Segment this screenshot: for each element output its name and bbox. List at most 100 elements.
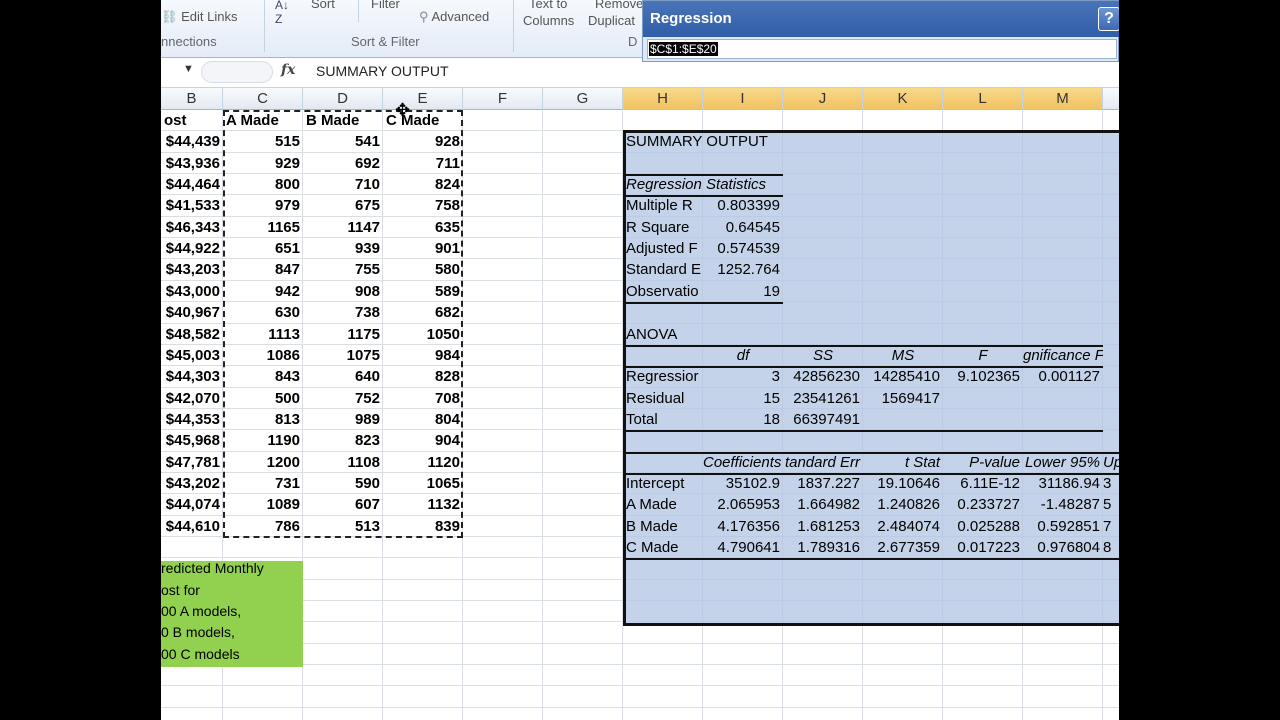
table-row-cell[interactable]: $45,968 — [161, 430, 223, 451]
coef-cell[interactable]: 2.484074 — [863, 516, 943, 537]
table-row-cell[interactable]: 635 — [383, 217, 463, 238]
filter-button[interactable]: Filter — [371, 0, 400, 11]
anova-cell[interactable] — [1023, 388, 1103, 409]
table-row-cell[interactable]: 752 — [303, 388, 383, 409]
table-row-cell[interactable]: $44,353 — [161, 409, 223, 430]
reg-stat-label[interactable]: Observatio — [623, 281, 703, 302]
table-row-cell[interactable]: 1190 — [223, 430, 303, 451]
table-row-cell[interactable]: 786 — [223, 516, 303, 537]
table-row-cell[interactable]: 1113 — [223, 324, 303, 345]
table-row-cell[interactable]: 1120 — [383, 452, 463, 473]
coef-cell[interactable]: 5 — [1103, 494, 1114, 515]
table-row-cell[interactable]: 1108 — [303, 452, 383, 473]
prediction-note-line[interactable]: 0 B models, — [161, 622, 303, 643]
table-row-cell[interactable]: 541 — [303, 131, 383, 152]
table-row-cell[interactable]: 828 — [383, 366, 463, 387]
table-row-cell[interactable]: 1175 — [303, 324, 383, 345]
table-row-cell[interactable]: 1050 — [383, 324, 463, 345]
table-row-cell[interactable]: 630 — [223, 302, 303, 323]
table-row-cell[interactable]: 1165 — [223, 217, 303, 238]
coef-cell[interactable]: 4.176356 — [703, 516, 783, 537]
reg-stat-value[interactable]: 0.803399 — [703, 195, 783, 216]
coef-header-cell[interactable]: t Stat — [863, 452, 943, 473]
table-row-cell[interactable]: 1089 — [223, 494, 303, 515]
table-row-cell[interactable]: $43,000 — [161, 281, 223, 302]
table-row-cell[interactable]: 675 — [303, 195, 383, 216]
table-row-cell[interactable]: 824 — [383, 174, 463, 195]
coef-cell[interactable]: 7 — [1103, 516, 1114, 537]
table-row-cell[interactable]: 904 — [383, 430, 463, 451]
coef-header-cell[interactable]: Up — [1103, 452, 1119, 473]
anova-label[interactable]: ANOVA — [623, 324, 703, 345]
sort-az-icon[interactable]: A↓ Z — [275, 0, 289, 26]
coef-cell[interactable]: 0.025288 — [943, 516, 1023, 537]
table-row-cell[interactable]: 590 — [303, 473, 383, 494]
anova-cell[interactable] — [863, 409, 943, 430]
coef-cell[interactable]: Intercept — [623, 473, 703, 494]
anova-cell[interactable]: 66397491 — [783, 409, 863, 430]
table-row-cell[interactable]: $48,582 — [161, 324, 223, 345]
column-header-m[interactable]: M — [1023, 88, 1103, 110]
anova-cell[interactable] — [943, 388, 1023, 409]
edit-links-button[interactable]: ⛓ Edit Links — [161, 9, 238, 25]
coef-cell[interactable]: 3 — [1103, 473, 1114, 494]
table-row-cell[interactable]: 847 — [223, 259, 303, 280]
column-header-j[interactable]: J — [783, 88, 863, 110]
anova-cell[interactable]: Total — [623, 409, 703, 430]
column-header-d[interactable]: D — [303, 88, 383, 110]
anova-cell[interactable]: 1569417 — [863, 388, 943, 409]
table-row-cell[interactable]: $44,922 — [161, 238, 223, 259]
table-row-cell[interactable]: 513 — [303, 516, 383, 537]
coef-cell[interactable]: 8 — [1103, 537, 1114, 558]
sort-button[interactable]: Sort — [311, 0, 335, 11]
column-header-b[interactable]: B — [161, 88, 223, 110]
table-row-cell[interactable]: $44,074 — [161, 494, 223, 515]
table-row-cell[interactable]: 984 — [383, 345, 463, 366]
chevron-down-icon[interactable]: ▼ — [183, 63, 194, 75]
table-row-cell[interactable]: 1132 — [383, 494, 463, 515]
worksheet-grid[interactable]: ost A Made B Made C Made $44,439 515 541 928 $43… — [161, 110, 1119, 720]
formula-input[interactable]: SUMMARY OUTPUT — [316, 63, 449, 79]
coef-cell[interactable]: 1.240826 — [863, 494, 943, 515]
anova-cell[interactable]: Residual — [623, 388, 703, 409]
table-header-cell[interactable]: ost — [161, 110, 223, 131]
table-row-cell[interactable]: 839 — [383, 516, 463, 537]
reg-stat-label[interactable]: Standard E — [623, 259, 703, 280]
range-input[interactable]: $C$1:$E$20 — [647, 39, 1117, 59]
formula-bar-resize-handle[interactable] — [201, 61, 273, 83]
table-row-cell[interactable]: 640 — [303, 366, 383, 387]
coef-header-cell[interactable]: P-value — [943, 452, 1023, 473]
column-header-l[interactable]: L — [943, 88, 1023, 110]
reg-stat-label[interactable]: R Square — [623, 217, 703, 238]
coef-cell[interactable]: 2.677359 — [863, 537, 943, 558]
column-header-h[interactable]: H — [623, 88, 703, 110]
coef-header-cell[interactable]: tandard Err — [783, 452, 863, 473]
column-header-k[interactable]: K — [863, 88, 943, 110]
name-box[interactable]: ▼ — [161, 61, 197, 83]
dialog-title-bar[interactable]: Regression — [643, 1, 1119, 37]
table-header-cell[interactable]: B Made — [303, 110, 383, 131]
coef-header-cell[interactable]: Lower 95% — [1023, 452, 1103, 473]
table-row-cell[interactable]: 908 — [303, 281, 383, 302]
table-row-cell[interactable]: 710 — [303, 174, 383, 195]
table-row-cell[interactable]: 928 — [383, 131, 463, 152]
table-row-cell[interactable]: $45,003 — [161, 345, 223, 366]
table-row-cell[interactable]: 580 — [383, 259, 463, 280]
table-row-cell[interactable]: 804 — [383, 409, 463, 430]
reg-stat-value[interactable]: 1252.764 — [703, 259, 783, 280]
anova-header-cell[interactable]: gnificance F — [1023, 345, 1103, 366]
table-row-cell[interactable]: $44,303 — [161, 366, 223, 387]
table-row-cell[interactable]: 692 — [303, 153, 383, 174]
column-header-g[interactable]: G — [543, 88, 623, 110]
anova-cell[interactable]: 0.001127 — [1023, 366, 1103, 387]
table-row-cell[interactable]: 589 — [383, 281, 463, 302]
coef-cell[interactable]: 1.789316 — [783, 537, 863, 558]
reg-stat-value[interactable]: 0.64545 — [703, 217, 783, 238]
text-to-columns-label-2[interactable]: Columns — [523, 13, 574, 28]
table-row-cell[interactable]: $43,203 — [161, 259, 223, 280]
table-row-cell[interactable]: 515 — [223, 131, 303, 152]
table-row-cell[interactable]: 843 — [223, 366, 303, 387]
reg-stat-label[interactable]: Adjusted F — [623, 238, 703, 259]
anova-cell[interactable]: Regressior — [623, 366, 703, 387]
table-row-cell[interactable]: 500 — [223, 388, 303, 409]
